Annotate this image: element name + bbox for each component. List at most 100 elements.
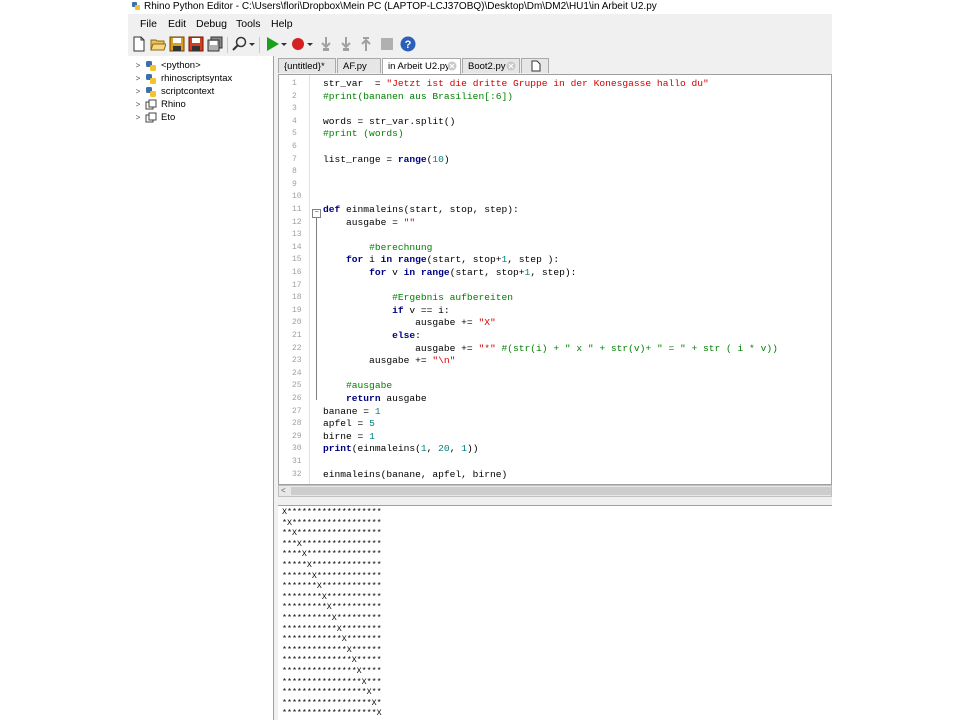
close-tab-icon[interactable] (447, 61, 457, 71)
editor-tabs: {untitled}* AF.py in Arbeit U2.py Boot2.… (278, 58, 832, 74)
expand-arrow-icon[interactable]: > (133, 87, 143, 96)
line-number-gutter: 1 2 3 4 5 6 7 8 9 10 11 12 13 14 15 16 17 18 19 20 21 22 23 24 2… (279, 75, 310, 484)
line-number: 2 (292, 91, 297, 101)
python-icon (146, 73, 156, 84)
tab-boot2[interactable]: Boot2.py (462, 58, 520, 73)
stop-icon[interactable] (379, 36, 395, 52)
open-folder-icon[interactable] (150, 36, 166, 52)
breakpoint-dropdown-icon[interactable] (306, 36, 314, 52)
output-line: *****X************** (282, 561, 382, 570)
horizontal-splitter[interactable] (274, 497, 832, 505)
fold-toggle-icon[interactable]: − (312, 209, 321, 218)
tree-item-python[interactable]: > <python> (128, 59, 201, 72)
tab-in-arbeit-u2[interactable]: in Arbeit U2.py (382, 58, 461, 74)
code-line[interactable]: if v == i: (323, 305, 450, 316)
run-icon[interactable] (264, 36, 280, 52)
expand-arrow-icon[interactable]: > (133, 113, 143, 122)
code-line[interactable]: for i in range(start, stop+1, step ): (323, 254, 559, 265)
expand-arrow-icon[interactable]: > (133, 100, 143, 109)
code-line[interactable]: else: (323, 330, 421, 341)
find-icon[interactable] (232, 36, 248, 52)
namespace-icon (145, 112, 157, 122)
line-number: 13 (292, 230, 302, 240)
new-file-icon[interactable] (131, 36, 147, 52)
save-as-icon[interactable] (188, 36, 204, 52)
output-line: ***********X******** (282, 624, 382, 634)
code-line[interactable]: #ausgabe (323, 380, 392, 391)
code-editor[interactable]: 1 2 3 4 5 6 7 8 9 10 11 12 13 14 15 16 17 18 19 20 21 22 23 24 2… (278, 74, 832, 485)
line-number: 15 (292, 255, 302, 265)
help-icon[interactable]: ? (400, 36, 416, 52)
breakpoint-icon[interactable] (290, 36, 306, 52)
svg-text:?: ? (405, 39, 412, 51)
code-line[interactable]: ausgabe = "" (323, 217, 415, 228)
line-number: 20 (292, 318, 302, 328)
line-number: 19 (292, 305, 302, 315)
scroll-left-icon[interactable]: < (281, 486, 286, 495)
line-number: 21 (292, 331, 302, 340)
code-line[interactable]: return ausgabe (323, 393, 427, 404)
menu-file[interactable]: File (140, 18, 157, 30)
menu-debug[interactable]: Debug (196, 18, 227, 30)
close-tab-icon[interactable] (506, 61, 516, 71)
code-line[interactable]: for v in range(start, stop+1, step): (323, 267, 576, 278)
tab-label: Boot2.py (468, 61, 506, 72)
tree-item-eto[interactable]: > Eto (128, 111, 175, 124)
output-line: *******X************ (282, 582, 382, 592)
code-line[interactable]: einmaleins(banane, apfel, birne) (323, 469, 507, 480)
menu-tools[interactable]: Tools (236, 18, 261, 30)
title-bar: Rhino Python Editor - C:\Users\flori\Dro… (128, 0, 832, 14)
line-number: 6 (292, 142, 297, 151)
tab-untitled[interactable]: {untitled}* (278, 58, 336, 73)
line-number: 32 (292, 469, 302, 479)
code-line[interactable]: apfel = 5 (323, 418, 375, 429)
step-over-icon[interactable] (338, 36, 354, 52)
line-number: 12 (292, 217, 302, 227)
menu-help[interactable]: Help (271, 18, 293, 30)
code-line[interactable]: words = str_var.split() (323, 116, 455, 127)
code-line[interactable]: ausgabe += "\n" (323, 355, 455, 366)
tab-label: {untitled}* (284, 61, 325, 72)
code-line[interactable]: def einmaleins(start, stop, step): (323, 204, 519, 215)
tree-item-rhinoscriptsyntax[interactable]: > rhinoscriptsyntax (128, 72, 233, 85)
line-number: 30 (292, 444, 302, 454)
code-line[interactable]: #Ergebnis aufbereiten (323, 292, 513, 303)
output-line: *****************X** (282, 688, 382, 698)
line-number: 11 (292, 205, 302, 214)
step-into-icon[interactable] (318, 36, 334, 52)
new-tab-button[interactable] (521, 58, 549, 73)
line-number: 22 (292, 343, 302, 353)
tree-item-label: Rhino (161, 99, 186, 110)
menu-edit[interactable]: Edit (168, 18, 186, 30)
code-line[interactable]: birne = 1 (323, 431, 375, 442)
code-line[interactable]: #print(bananen aus Brasilien[:6]) (323, 91, 513, 102)
toolbar: ? (128, 34, 832, 56)
line-number: 9 (292, 179, 297, 189)
code-line[interactable]: #print (words) (323, 128, 404, 139)
code-line[interactable]: list_range = range(10) (323, 154, 450, 165)
step-out-icon[interactable] (358, 36, 374, 52)
code-line[interactable]: str_var = "Jetzt ist die dritte Gruppe i… (323, 78, 709, 89)
tree-item-scriptcontext[interactable]: > scriptcontext (128, 85, 215, 98)
expand-arrow-icon[interactable]: > (133, 74, 143, 83)
save-all-icon[interactable] (207, 36, 223, 52)
expand-arrow-icon[interactable]: > (133, 61, 143, 70)
code-line[interactable]: banane = 1 (323, 406, 381, 417)
toolbar-separator (227, 37, 228, 53)
find-dropdown-icon[interactable] (248, 36, 256, 52)
tab-af[interactable]: AF.py (337, 58, 381, 73)
code-line[interactable]: ausgabe += "X" (323, 317, 496, 328)
output-line: *X****************** (282, 518, 382, 528)
output-line: *************X****** (282, 645, 382, 655)
line-number: 23 (292, 356, 302, 366)
output-line: X******************* (282, 508, 382, 517)
code-line[interactable]: #berechnung (323, 242, 432, 253)
code-line[interactable]: print(einmaleins(1, 20, 1)) (323, 443, 478, 454)
horizontal-scrollbar[interactable]: < (278, 485, 832, 497)
line-number: 7 (292, 154, 297, 164)
save-icon[interactable] (169, 36, 185, 52)
code-line[interactable]: ausgabe += "*" #(str(i) + " x " + str(v)… (323, 343, 778, 354)
tree-item-rhino[interactable]: > Rhino (128, 98, 186, 111)
scrollbar-thumb[interactable] (291, 487, 831, 495)
run-dropdown-icon[interactable] (280, 36, 288, 52)
